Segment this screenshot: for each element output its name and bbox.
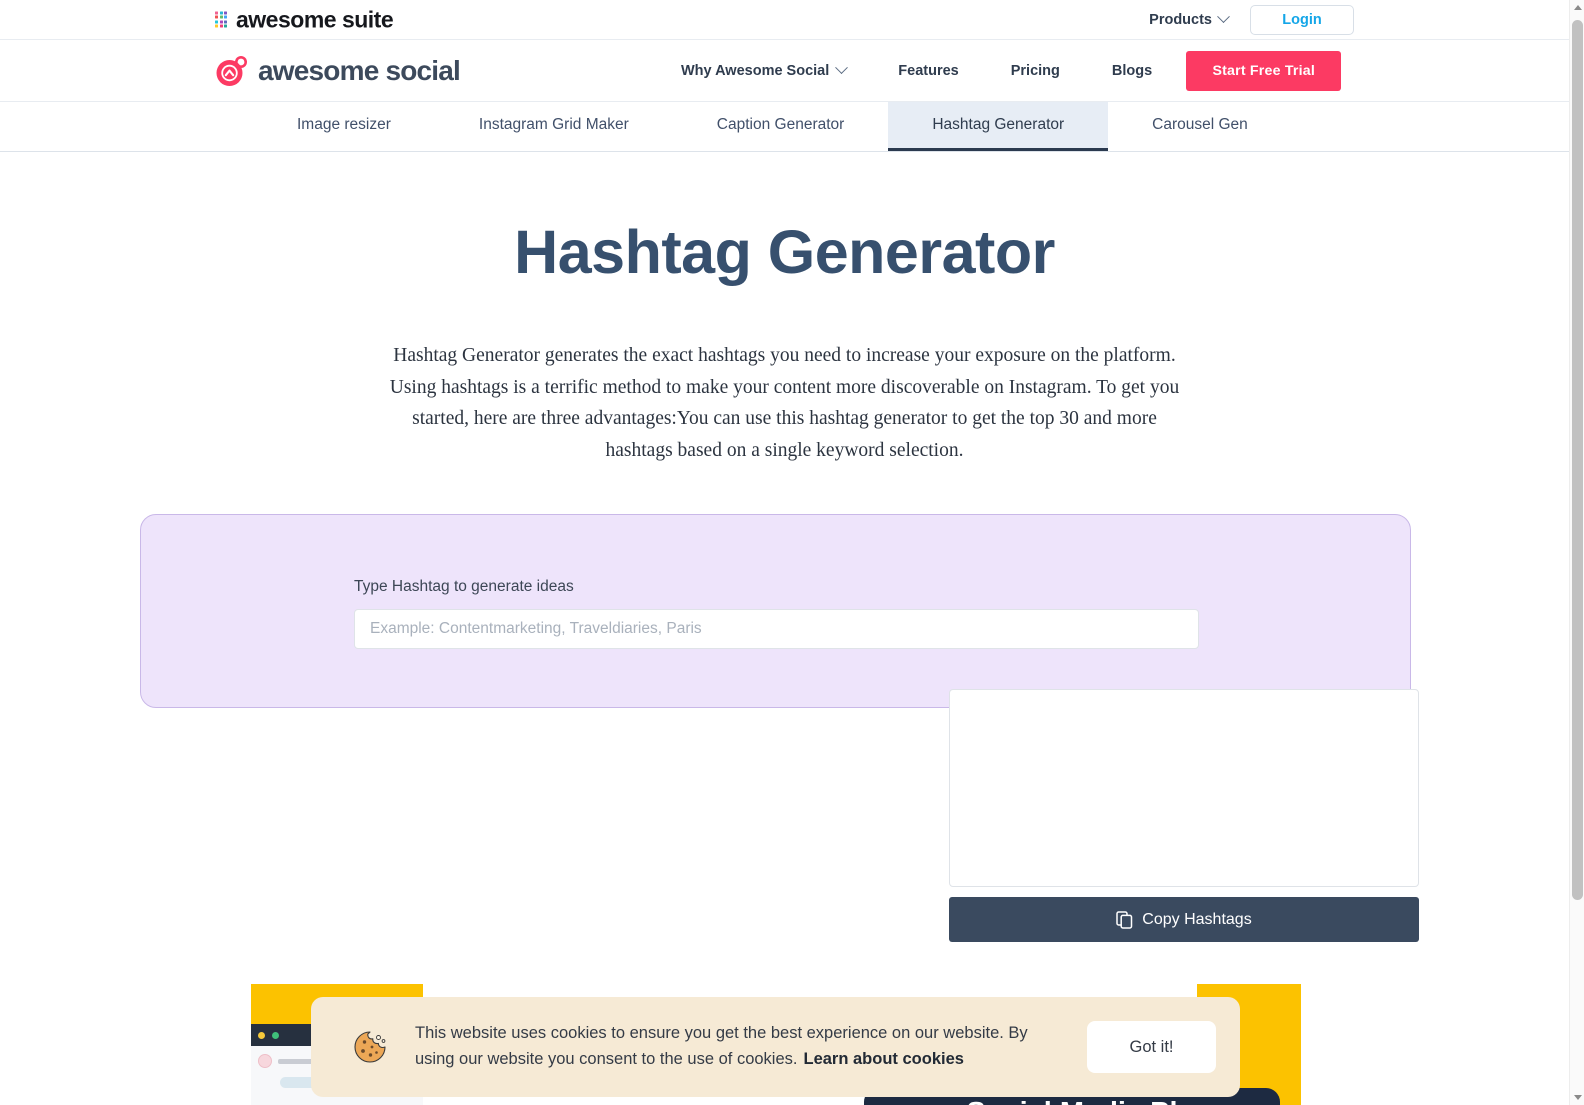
nav-link-1[interactable]: Features	[872, 63, 984, 79]
tool-tab-caption-generator[interactable]: Caption Generator	[673, 102, 889, 151]
nav-link-0[interactable]: Why Awesome Social	[655, 61, 872, 79]
hashtag-input-card: Type Hashtag to generate ideas	[140, 514, 1411, 709]
nav-link-label: Pricing	[1010, 62, 1060, 79]
suite-top-bar: awesome suite Products Login	[0, 0, 1569, 40]
brand-name-text: awesome social	[258, 54, 461, 86]
page-description: Hashtag Generator generates the exact ha…	[389, 345, 1180, 461]
window-dot-yellow-icon	[258, 1032, 265, 1039]
login-button[interactable]: Login	[1250, 4, 1354, 35]
scroll-down-arrow-icon[interactable]	[1570, 1090, 1584, 1105]
chevron-down-icon	[835, 61, 849, 75]
page-scrollbar[interactable]	[1569, 0, 1584, 1105]
nav-link-2[interactable]: Pricing	[985, 63, 1086, 79]
awesome-social-brand[interactable]: awesome social	[215, 54, 461, 88]
cookie-banner-text: This website uses cookies to ensure you …	[415, 1021, 1061, 1072]
browser-viewport: awesome suite Products Login awesome soc…	[0, 0, 1584, 1105]
nav-link-label: Features	[898, 62, 959, 79]
products-menu[interactable]: Products	[1149, 10, 1230, 28]
hashtag-input[interactable]	[354, 609, 1199, 650]
hashtag-input-label: Type Hashtag to generate ideas	[354, 578, 574, 596]
copy-hashtags-label: Copy Hashtags	[1142, 910, 1252, 928]
window-dot-green-icon	[272, 1032, 279, 1039]
promo-navy-card-text: Social Media Pl	[864, 1097, 1280, 1105]
suite-bar-right: Products Login	[1149, 4, 1354, 35]
awesome-social-logo-icon	[215, 54, 249, 88]
hashtag-output-box[interactable]	[949, 689, 1419, 887]
nav-link-3[interactable]: Blogs	[1086, 63, 1178, 79]
tool-tab-image-resizer[interactable]: Image resizer	[253, 102, 435, 151]
output-section: Copy Hashtags	[949, 689, 1419, 942]
avatar	[258, 1054, 272, 1068]
grid-dots-icon	[215, 11, 228, 28]
copy-icon	[1116, 910, 1133, 929]
hero-section: Hashtag Generator Hashtag Generator gene…	[0, 152, 1569, 466]
tool-tab-hashtag-generator[interactable]: Hashtag Generator	[888, 102, 1109, 151]
main-navigation: awesome social Why Awesome Social Feature…	[0, 40, 1569, 102]
nav-link-label: Blogs	[1111, 62, 1153, 79]
chevron-down-icon	[1217, 10, 1230, 24]
nav-links: Why Awesome Social Features Pricing Blogs	[655, 40, 1178, 101]
learn-about-cookies-link[interactable]: Learn about cookies	[803, 1050, 963, 1068]
tool-tab-carousel-gen[interactable]: Carousel Gen	[1108, 102, 1292, 151]
scroll-up-arrow-icon[interactable]	[1570, 0, 1584, 15]
nav-link-label: Why Awesome Social	[681, 62, 830, 79]
tool-tabs-bar: Image resizer Instagram Grid Maker Caption…	[0, 102, 1569, 152]
start-free-trial-button[interactable]: Start Free Trial	[1186, 50, 1341, 91]
scrollbar-thumb[interactable]	[1572, 20, 1583, 900]
products-label: Products	[1149, 11, 1212, 28]
tool-tab-instagram-grid-maker[interactable]: Instagram Grid Maker	[435, 102, 673, 151]
cookie-consent-banner: This website uses cookies to ensure you …	[311, 997, 1240, 1097]
suite-logo-text: awesome suite	[236, 6, 394, 32]
page-content: awesome suite Products Login awesome soc…	[0, 0, 1569, 1105]
copy-hashtags-button[interactable]: Copy Hashtags	[949, 897, 1419, 942]
page-title: Hashtag Generator	[514, 218, 1055, 286]
cookie-icon	[351, 1028, 389, 1066]
awesome-suite-logo[interactable]: awesome suite	[215, 6, 394, 33]
got-it-button[interactable]: Got it!	[1087, 1021, 1216, 1073]
